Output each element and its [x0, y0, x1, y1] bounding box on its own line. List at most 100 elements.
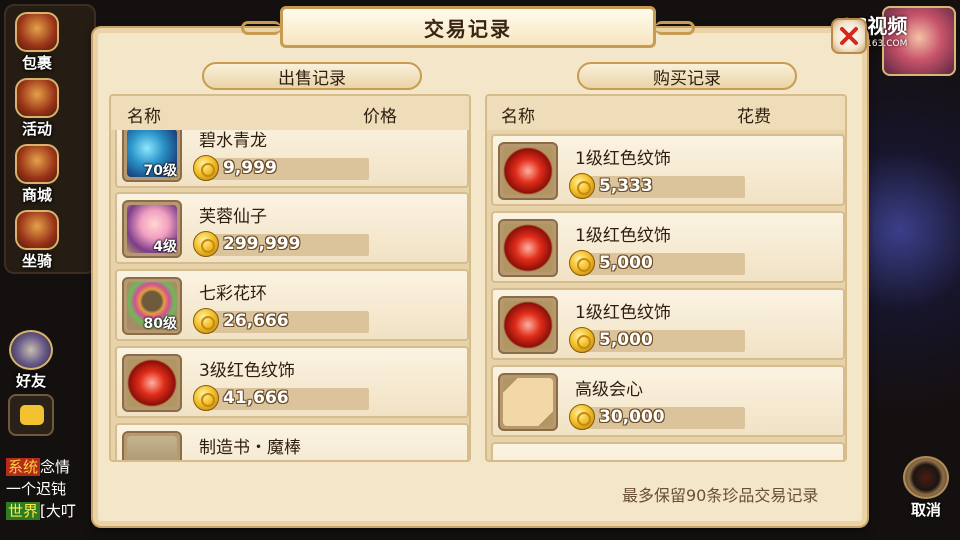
close-icon [840, 27, 858, 45]
item-price: 299,999 [223, 234, 301, 254]
cancel-label: 取消 [910, 501, 941, 519]
buy-col-name: 名称 [501, 107, 535, 127]
item-level: 4级 [153, 239, 177, 255]
title-ornament-left [241, 21, 281, 35]
price-bar: 5,000 [569, 327, 745, 353]
menu-shop-label: 商城 [21, 186, 52, 204]
item-icon-red-gem [122, 354, 182, 412]
buy-column-header: 名称 花费 [487, 96, 845, 130]
menu-activity-button[interactable]: 活动 [12, 78, 62, 140]
list-item[interactable]: 1级红色纹饰 5,000 [491, 211, 845, 283]
item-name: 1级红色纹饰 [575, 149, 671, 169]
list-item[interactable]: 1级红色纹饰 5,000 [491, 288, 845, 360]
buy-record-header: 购买记录 [577, 62, 797, 90]
sell-col-price: 价格 [363, 107, 397, 127]
item-name: 3级红色纹饰 [199, 361, 295, 381]
item-icon-scroll [498, 373, 558, 431]
price-bar: 30,000 [569, 404, 745, 430]
close-button[interactable] [831, 18, 867, 54]
footer-note: 最多保留90条珍品交易记录 [622, 486, 819, 505]
cancel-button[interactable]: 取消 [898, 456, 954, 520]
price-bar: 299,999 [193, 231, 369, 257]
price-bar: 5,000 [569, 250, 745, 276]
price-bar: 41,666 [193, 385, 369, 411]
item-price: 5,000 [599, 253, 653, 273]
list-item[interactable]: 制造书・魔棒 [115, 423, 469, 460]
sell-record-title: 出售记录 [278, 68, 346, 89]
chat-line: 一个迟钝 [6, 478, 66, 499]
coin-icon [193, 385, 219, 411]
chat-tag-world: 世界 [6, 502, 41, 520]
item-level: 70级 [143, 163, 177, 179]
sell-col-name: 名称 [127, 107, 161, 127]
coin-icon [569, 250, 595, 276]
left-menu-panel: 包裹 活动 商城 坐骑 [4, 4, 96, 274]
friends-label: 好友 [15, 372, 46, 390]
chat-text: [大叮 [40, 502, 76, 520]
item-icon-red-gem [498, 296, 558, 354]
chat-text: 念情 [40, 458, 71, 476]
item-level: 80级 [143, 316, 177, 332]
price-bar: 5,333 [569, 173, 745, 199]
menu-bag-button[interactable]: 包裹 [12, 12, 62, 74]
item-icon-book [122, 431, 182, 460]
item-name: 制造书・魔棒 [199, 438, 301, 458]
item-price: 5,333 [599, 176, 653, 196]
item-price: 41,666 [223, 388, 289, 408]
item-name: 1级红色纹饰 [575, 303, 671, 323]
list-item[interactable]: 80级 七彩花环 26,666 [115, 269, 469, 341]
coin-icon [569, 173, 595, 199]
modal-title: 交易记录 [424, 16, 512, 41]
chat-button[interactable] [8, 394, 54, 436]
sell-record-header: 出售记录 [202, 62, 422, 90]
price-bar: 26,666 [193, 308, 369, 334]
bag-icon [15, 12, 59, 52]
item-name: 芙蓉仙子 [199, 207, 267, 227]
friends-icon [9, 330, 53, 370]
sell-record-panel: 名称 价格 70级 碧水青龙 9,999 4级 芙蓉仙子 299,999 80级… [109, 94, 471, 462]
item-name: 碧水青龙 [199, 131, 267, 151]
price-bar: 9,999 [193, 155, 369, 181]
coin-icon [193, 231, 219, 257]
menu-shop-button[interactable]: 商城 [12, 144, 62, 206]
item-icon-wreath: 80级 [122, 277, 182, 335]
item-price: 9,999 [223, 158, 277, 178]
list-item[interactable] [491, 442, 845, 460]
sell-column-header: 名称 价格 [111, 96, 469, 130]
list-item[interactable]: 3级红色纹饰 41,666 [115, 346, 469, 418]
buy-record-panel: 名称 花费 1级红色纹饰 5,333 1级红色纹饰 5,000 1级红色纹饰 5… [485, 94, 847, 462]
modal-title-bar: 交易记录 [241, 6, 695, 48]
item-price: 30,000 [599, 407, 665, 427]
item-price: 5,000 [599, 330, 653, 350]
buy-record-title: 购买记录 [653, 68, 721, 89]
title-ornament-right [655, 21, 695, 35]
coin-icon [193, 308, 219, 334]
buy-col-cost: 花费 [737, 107, 771, 127]
chat-line: 系统 念情 [6, 456, 70, 477]
item-price: 26,666 [223, 311, 289, 331]
item-icon-fairy: 4级 [122, 200, 182, 258]
item-icon-dragon: 70级 [122, 130, 182, 182]
coin-icon [569, 327, 595, 353]
menu-mount-button[interactable]: 坐骑 [12, 210, 62, 272]
sell-record-list[interactable]: 70级 碧水青龙 9,999 4级 芙蓉仙子 299,999 80级 七彩花环 … [115, 130, 469, 460]
menu-mount-label: 坐骑 [21, 252, 52, 270]
item-icon-red-gem [498, 219, 558, 277]
chat-line: 世界 [大叮 [6, 500, 76, 521]
horn-icon [15, 78, 59, 118]
chat-tag-system: 系统 [6, 458, 41, 476]
chat-area: 系统 念情 一个迟钝 世界 [大叮 [0, 450, 100, 540]
buy-record-list[interactable]: 1级红色纹饰 5,333 1级红色纹饰 5,000 1级红色纹饰 5,000 高… [491, 130, 845, 460]
menu-activity-label: 活动 [21, 120, 52, 138]
coin-icon [569, 404, 595, 430]
friends-button[interactable]: 好友 [6, 330, 56, 392]
list-item[interactable]: 1级红色纹饰 5,333 [491, 134, 845, 206]
chat-bubble-icon [20, 405, 44, 425]
gear-icon [903, 456, 949, 499]
mount-icon [15, 210, 59, 250]
list-item[interactable]: 4级 芙蓉仙子 299,999 [115, 192, 469, 264]
list-item[interactable]: 70级 碧水青龙 9,999 [115, 130, 469, 188]
item-name: 七彩花环 [199, 284, 267, 304]
item-name: 高级会心 [575, 380, 643, 400]
list-item[interactable]: 高级会心 30,000 [491, 365, 845, 437]
